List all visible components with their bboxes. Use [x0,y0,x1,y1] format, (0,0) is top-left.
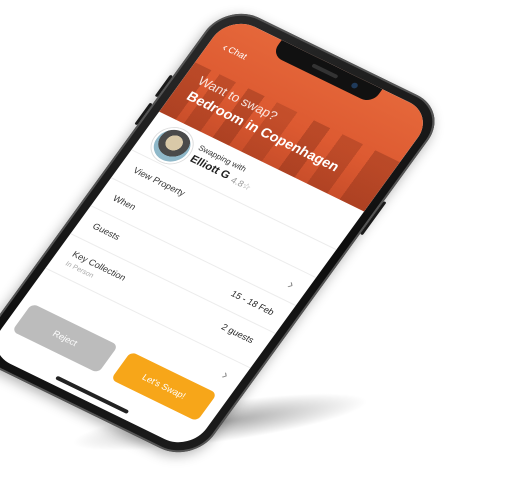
phone: ‹ Chat Want to swap? Bedroom in Copenhag… [0,2,516,464]
back-label: Chat [226,44,250,62]
chevron-right-icon: › [219,366,233,382]
phone-body: ‹ Chat Want to swap? Bedroom in Copenhag… [0,2,450,464]
camera [350,81,360,90]
guests-label: Guests [90,221,123,242]
chevron-right-icon: › [284,276,299,292]
back-button[interactable]: ‹ Chat [220,40,250,62]
volume-button [154,74,173,98]
when-label: When [110,193,138,212]
app-screen: ‹ Chat Want to swap? Bedroom in Copenhag… [0,14,435,452]
speaker [311,63,339,79]
scene: ‹ Chat Want to swap? Bedroom in Copenhag… [0,0,516,476]
host-rating: 4.8☆ [228,175,254,193]
guests-count-value: 2 guests [219,321,257,346]
volume-button [134,102,153,126]
